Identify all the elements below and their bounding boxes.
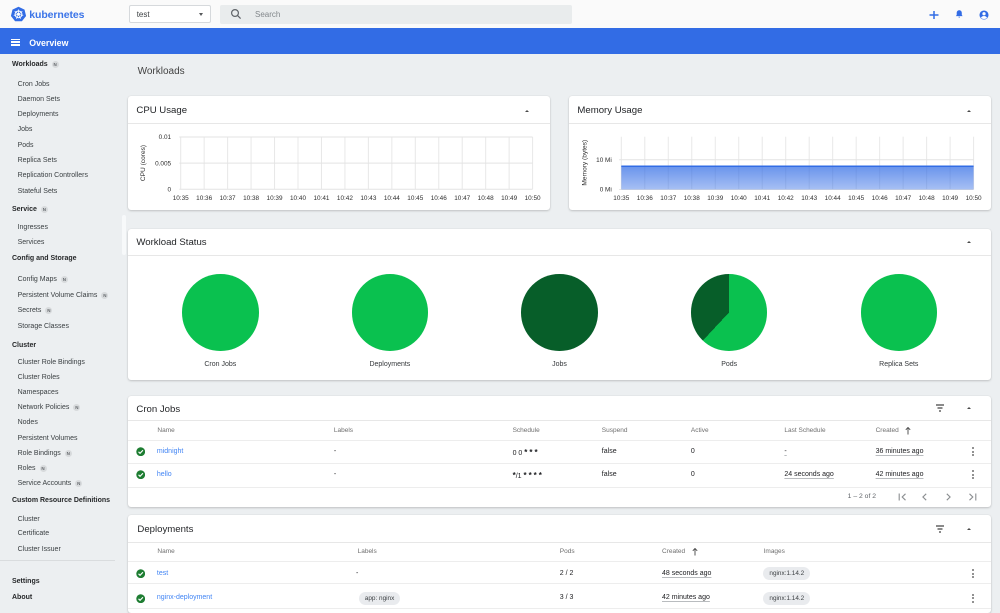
svg-text:10:38: 10:38 [243,195,259,202]
svg-text:10:45: 10:45 [848,195,864,202]
svg-text:10:42: 10:42 [337,195,353,202]
svg-text:10:49: 10:49 [942,195,958,202]
svg-text:10:50: 10:50 [525,195,541,202]
svg-text:10:35: 10:35 [173,195,189,202]
svg-text:10:43: 10:43 [801,195,817,202]
svg-text:CPU (cores): CPU (cores) [140,145,147,181]
svg-text:0 Mi: 0 Mi [600,187,612,194]
svg-text:10:37: 10:37 [220,195,236,202]
svg-text:10:46: 10:46 [431,195,447,202]
svg-text:10:40: 10:40 [290,195,306,202]
svg-text:10:38: 10:38 [684,195,700,202]
svg-text:10:44: 10:44 [825,195,841,202]
svg-text:10:41: 10:41 [754,195,770,202]
svg-text:10:50: 10:50 [966,195,982,202]
svg-text:10:47: 10:47 [454,195,470,202]
svg-text:10:39: 10:39 [707,195,723,202]
svg-text:10:43: 10:43 [360,195,376,202]
svg-text:10:49: 10:49 [501,195,517,202]
svg-text:10 Mi: 10 Mi [596,157,612,164]
svg-text:10:42: 10:42 [778,195,794,202]
svg-text:10:46: 10:46 [872,195,888,202]
svg-text:10:36: 10:36 [196,195,212,202]
svg-text:10:41: 10:41 [313,195,329,202]
svg-text:10:45: 10:45 [407,195,423,202]
svg-text:10:48: 10:48 [478,195,494,202]
svg-text:0: 0 [168,186,172,193]
svg-text:10:48: 10:48 [919,195,935,202]
svg-text:10:39: 10:39 [267,195,283,202]
svg-text:10:35: 10:35 [613,195,629,202]
svg-text:0.01: 0.01 [159,134,172,141]
svg-text:Memory (bytes): Memory (bytes) [582,140,589,186]
svg-text:10:37: 10:37 [660,195,676,202]
svg-text:10:44: 10:44 [384,195,400,202]
svg-text:10:40: 10:40 [731,195,747,202]
svg-text:10:36: 10:36 [637,195,653,202]
svg-text:0.005: 0.005 [155,160,171,167]
svg-text:10:47: 10:47 [895,195,911,202]
